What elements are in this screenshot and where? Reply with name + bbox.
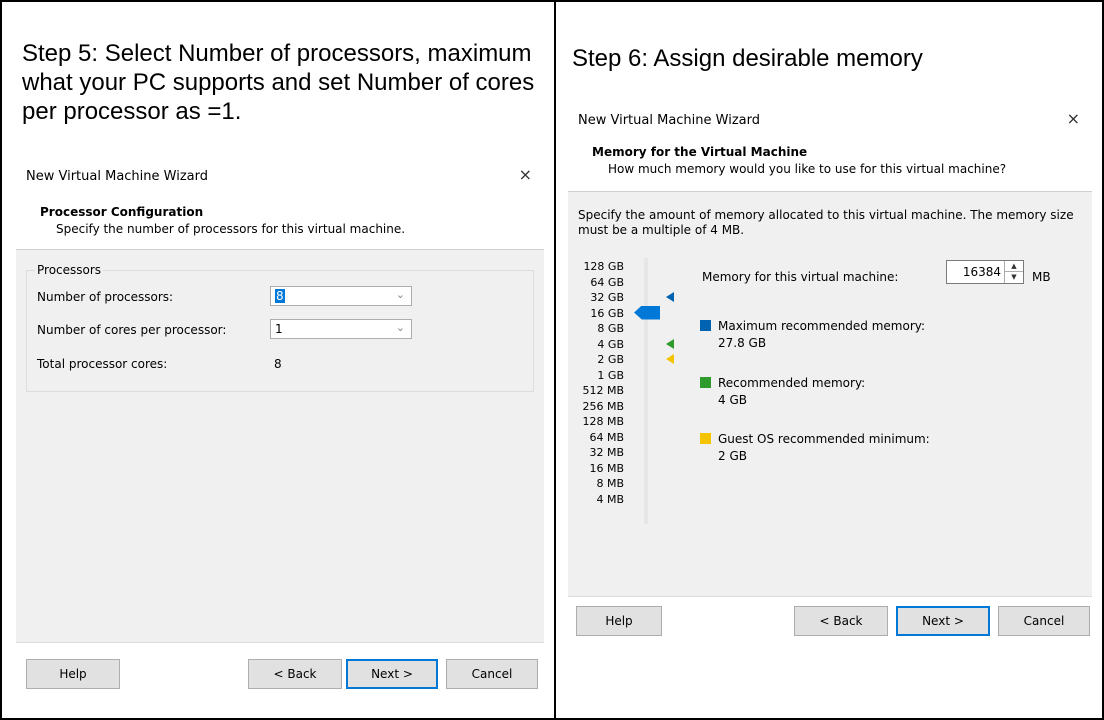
memory-scale-label: 32 MB <box>589 446 624 459</box>
spin-down-icon[interactable]: ▼ <box>1005 272 1023 283</box>
memory-scale-label: 512 MB <box>582 384 624 397</box>
footer-separator <box>568 596 1092 597</box>
memory-spinner[interactable]: ▲ ▼ <box>1004 261 1023 283</box>
memory-scale-label: 1 GB <box>597 368 624 382</box>
total-cores-value: 8 <box>274 357 282 371</box>
page-header-title: Memory for the Virtual Machine <box>592 145 808 159</box>
cores-per-processor-value: 1 <box>275 322 283 336</box>
help-button[interactable]: Help <box>26 659 120 689</box>
number-of-processors-select[interactable]: 8 ⌄ <box>270 286 412 306</box>
memory-scale-label: 4 MB <box>596 492 624 506</box>
memory-description: Specify the amount of memory allocated t… <box>578 208 1074 237</box>
memory-wizard-dialog: New Virtual Machine Wizard × Memory for … <box>568 99 1092 645</box>
memory-scale-label: 64 GB <box>590 275 624 289</box>
dialog-body: Specify the amount of memory allocated t… <box>568 192 1092 596</box>
memory-scale-label: 64 MB <box>589 430 624 444</box>
spin-up-icon[interactable]: ▲ <box>1005 261 1023 272</box>
guest-min-pointer-icon <box>666 354 674 364</box>
next-button[interactable]: Next > <box>346 659 438 689</box>
cores-per-processor-label: Number of cores per processor: <box>37 323 227 337</box>
memory-slider-track[interactable] <box>644 258 648 524</box>
step-6-title: Step 6: Assign desirable memory <box>572 45 923 72</box>
memory-scale-label: 16 MB <box>589 461 624 475</box>
back-button[interactable]: < Back <box>794 606 888 636</box>
max-recommended-pointer-icon <box>666 292 674 302</box>
help-button[interactable]: Help <box>576 606 662 636</box>
memory-scale-label: 128 MB <box>582 415 624 428</box>
max-recommended-value: 27.8 GB <box>718 336 767 350</box>
cores-per-processor-select[interactable]: 1 ⌄ <box>270 319 412 339</box>
page-header-subtitle: How much memory would you like to use fo… <box>608 162 1007 176</box>
cancel-button[interactable]: Cancel <box>446 659 538 689</box>
memory-scale-label: 2 GB <box>597 353 624 366</box>
number-of-processors-label: Number of processors: <box>37 290 174 304</box>
guest-min-label: Guest OS recommended minimum: <box>718 432 930 446</box>
close-icon[interactable]: × <box>1067 109 1080 128</box>
recommended-swatch <box>700 377 711 388</box>
back-button[interactable]: < Back <box>248 659 342 689</box>
recommended-value: 4 GB <box>718 393 747 407</box>
chevron-down-icon: ⌄ <box>395 321 405 334</box>
memory-input-label: Memory for this virtual machine: <box>702 270 899 284</box>
processors-group-label: Processors <box>35 263 104 277</box>
processors-groupbox: Processors Number of processors: 8 ⌄ Num… <box>26 263 534 392</box>
step-6-cell: Step 6: Assign desirable memory New Virt… <box>556 0 1102 716</box>
memory-scale-label: 8 GB <box>597 322 624 335</box>
max-recommended-swatch <box>700 320 711 331</box>
processor-wizard-dialog: New Virtual Machine Wizard × Processor C… <box>16 155 544 701</box>
memory-scale-label: 8 MB <box>596 477 624 490</box>
memory-scale-label: 256 MB <box>582 399 624 413</box>
max-recommended-label: Maximum recommended memory: <box>718 319 926 333</box>
dialog-title: New Virtual Machine Wizard <box>578 113 760 128</box>
step-5-title: Step 5: Select Number of processors, max… <box>22 40 535 125</box>
number-of-processors-value: 8 <box>275 289 285 303</box>
recommended-pointer-icon <box>666 338 674 349</box>
memory-slider-thumb[interactable] <box>634 305 660 320</box>
guest-min-value: 2 GB <box>718 449 747 463</box>
page-header-subtitle: Specify the number of processors for thi… <box>56 222 406 236</box>
memory-scale-label: 128 GB <box>583 260 624 273</box>
footer-separator <box>16 642 544 643</box>
guest-min-swatch <box>700 433 711 444</box>
memory-scale-label: 32 GB <box>590 291 624 304</box>
dialog-body: Processors Number of processors: 8 ⌄ Num… <box>16 250 544 642</box>
close-icon[interactable]: × <box>519 165 532 184</box>
chevron-down-icon: ⌄ <box>395 288 405 301</box>
memory-scale-label: 16 GB <box>590 306 624 320</box>
memory-unit: MB <box>1032 270 1051 284</box>
recommended-label: Recommended memory: <box>718 376 866 390</box>
cancel-button[interactable]: Cancel <box>998 606 1090 636</box>
next-button[interactable]: Next > <box>896 606 990 636</box>
page-header-title: Processor Configuration <box>40 205 204 219</box>
total-cores-label: Total processor cores: <box>37 357 168 371</box>
memory-scale-label: 4 GB <box>597 337 624 351</box>
dialog-title: New Virtual Machine Wizard <box>26 169 208 184</box>
step-5-cell: Step 5: Select Number of processors, max… <box>2 0 554 716</box>
